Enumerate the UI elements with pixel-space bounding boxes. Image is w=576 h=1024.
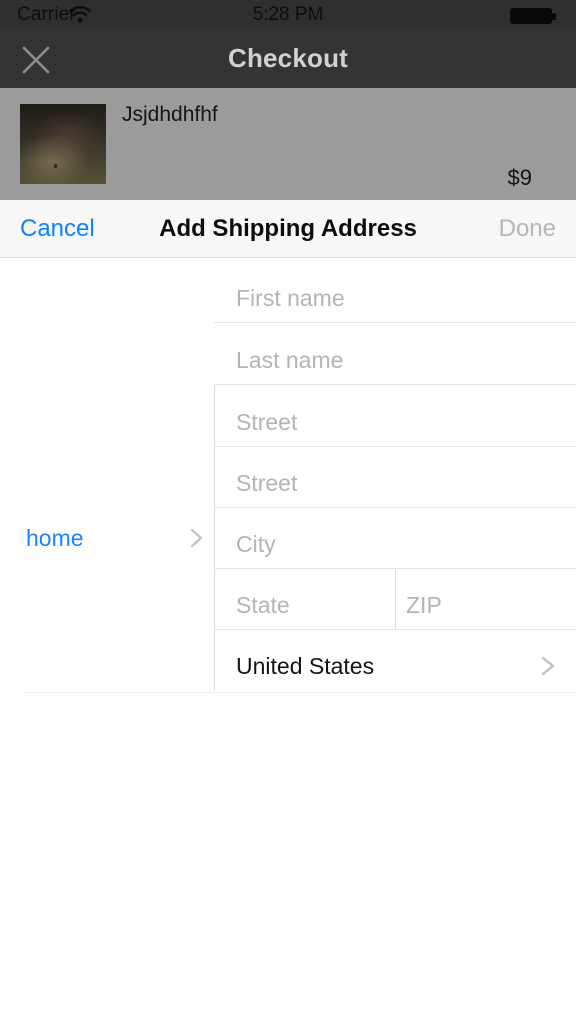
field-separator [214,322,576,323]
modal-toolbar: Cancel Add Shipping Address Done [0,200,576,258]
field-separator [214,384,576,385]
field-separator [214,568,576,569]
battery-nub [552,13,556,20]
page-title: Checkout [227,42,349,73]
modal-title: Add Shipping Address [159,215,417,242]
address-label-text: home [26,525,84,551]
product-summary-row[interactable] [0,88,576,200]
field-separator [214,507,576,508]
clock-label: 5:28 PM [252,4,324,25]
battery-body [510,8,552,24]
product-thumbnail [20,104,106,184]
street-line1-input[interactable]: Street [236,399,576,445]
product-title: Jsjdhdhfhf [122,103,218,126]
battery-full-icon [510,8,556,24]
chevron-right-icon[interactable] [538,654,558,678]
field-separator [214,629,576,630]
zip-input[interactable]: ZIP [406,582,566,628]
city-input[interactable]: City [236,521,576,567]
navigation-bar: Checkout [0,28,576,88]
address-label-row[interactable]: home [0,512,214,564]
state-zip-divider [395,570,396,630]
product-price: $9 [507,165,532,190]
field-separator [214,446,576,447]
done-button[interactable]: Done [499,200,556,258]
form-vertical-divider [214,385,215,691]
form-bottom-separator [25,692,576,693]
close-x-icon[interactable] [16,40,56,80]
shipping-address-form: First name Last name Street Street City … [0,259,576,693]
country-row[interactable]: United States [236,643,536,689]
street-line2-input[interactable]: Street [236,460,576,506]
thumbnail-speck [54,164,57,168]
last-name-input[interactable]: Last name [236,337,576,383]
status-bar: Carrier 5:28 PM [0,0,576,28]
chevron-right-icon[interactable] [188,526,206,550]
app-screen: Carrier 5:28 PM Checkout Jsjdhdhfhf $9 C… [0,0,576,1024]
state-input[interactable]: State [236,582,386,628]
first-name-input[interactable]: First name [236,275,576,321]
